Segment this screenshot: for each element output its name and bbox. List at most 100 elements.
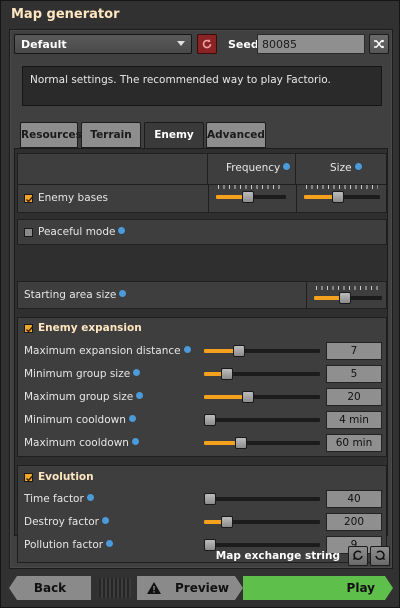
seed-input[interactable]: 80085 <box>257 34 365 54</box>
slider-knob[interactable] <box>332 191 345 203</box>
enemy-bases-checkbox[interactable] <box>24 194 34 203</box>
map-generator-window: Map generator Default Seed 80085 Normal … <box>0 0 400 608</box>
setting-label: Maximum expansion distance <box>24 345 181 357</box>
setting-slider[interactable] <box>204 367 320 381</box>
setting-slider[interactable] <box>204 492 320 506</box>
setting-value[interactable]: 5 <box>326 365 382 383</box>
bottom-action-bar: Back Preview Play <box>9 576 393 600</box>
export-icon <box>375 550 385 560</box>
size-header: Size <box>296 154 388 184</box>
slider-knob[interactable] <box>241 191 254 203</box>
setting-slider[interactable] <box>204 413 320 427</box>
slider-knob[interactable] <box>242 391 255 403</box>
enemy-expansion-panel: Enemy expansion Maximum expansion distan… <box>17 317 387 457</box>
setting-slider[interactable] <box>204 436 320 450</box>
reset-preset-button[interactable] <box>197 34 217 54</box>
info-icon <box>86 494 94 501</box>
setting-value[interactable]: 20 <box>326 388 382 406</box>
peaceful-mode-label: Peaceful mode <box>38 226 116 238</box>
info-icon <box>133 369 141 376</box>
chevron-down-icon <box>177 41 185 46</box>
peaceful-mode-checkbox[interactable] <box>24 228 33 237</box>
preview-label: Preview <box>175 581 230 595</box>
setting-label: Destroy factor <box>24 516 99 528</box>
info-icon <box>128 415 136 422</box>
setting-value[interactable]: 40 <box>326 490 382 508</box>
header-spacer <box>18 154 208 184</box>
tab-advanced[interactable]: Advanced <box>206 122 266 148</box>
info-icon <box>101 517 109 524</box>
preset-dropdown[interactable]: Default <box>14 34 192 54</box>
tab-resources[interactable]: Resources <box>20 122 82 148</box>
enemy-bases-frequency-slider[interactable] <box>216 185 286 204</box>
enemy-bases-size-slider[interactable] <box>304 185 380 204</box>
setting-slider[interactable] <box>204 390 320 404</box>
setting-label: Pollution factor <box>24 539 104 551</box>
setting-value[interactable]: 200 <box>326 513 382 531</box>
setting-value[interactable]: 4 min <box>326 411 382 429</box>
enemy-settings-panel: Frequency Size Enemy bases Peaceful mode… <box>14 148 388 563</box>
slider-knob[interactable] <box>204 539 216 551</box>
slider-knob[interactable] <box>204 414 216 426</box>
evolution-panel: Evolution Time factor 40 Destroy factor 200… <box>17 465 387 563</box>
drag-grip <box>99 578 131 598</box>
checkmark-icon <box>26 326 34 333</box>
tab-enemy[interactable]: Enemy <box>144 122 204 150</box>
tab-terrain[interactable]: Terrain <box>81 122 141 148</box>
info-icon <box>118 227 126 234</box>
preview-button[interactable]: Preview <box>137 576 243 600</box>
evolution-checkbox[interactable] <box>24 473 34 482</box>
play-button[interactable]: Play <box>243 576 393 600</box>
info-icon <box>283 163 291 170</box>
slider-knob[interactable] <box>221 368 234 380</box>
shuffle-icon <box>374 39 384 49</box>
starting-area-panel: Starting area size <box>17 281 387 309</box>
info-icon <box>183 346 191 353</box>
size-label: Size <box>330 162 352 174</box>
setting-value[interactable]: 7 <box>326 342 382 360</box>
settings-frame: Default Seed 80085 Normal settings. The … <box>9 29 393 569</box>
info-icon <box>136 392 144 399</box>
back-button[interactable]: Back <box>9 576 91 600</box>
preset-value: Default <box>21 38 67 51</box>
setting-label: Minimum group size <box>24 368 131 380</box>
setting-label: Time factor <box>24 493 84 505</box>
slider-knob[interactable] <box>338 292 351 304</box>
setting-value[interactable]: 60 min <box>326 434 382 452</box>
slider-knob[interactable] <box>204 493 216 505</box>
setting-slider[interactable] <box>204 515 320 529</box>
info-icon <box>106 540 114 547</box>
export-map-exchange-button[interactable] <box>370 546 390 566</box>
randomize-seed-button[interactable] <box>369 34 389 54</box>
seed-label: Seed <box>228 38 259 51</box>
info-icon <box>119 290 127 297</box>
setting-label: Maximum group size <box>24 391 134 403</box>
peaceful-mode-panel: Peaceful mode <box>17 219 387 245</box>
preset-description: Normal settings. The recommended way to … <box>22 66 382 106</box>
enemy-bases-label: Enemy bases <box>38 192 109 204</box>
reset-icon <box>202 39 212 49</box>
setting-slider[interactable] <box>204 344 320 358</box>
checkmark-icon <box>26 475 34 482</box>
enemy-expansion-label: Enemy expansion <box>38 322 142 334</box>
preset-row: Default Seed 80085 <box>14 34 390 54</box>
starting-area-size-slider[interactable] <box>314 286 382 305</box>
warning-icon <box>147 582 161 594</box>
import-map-exchange-button[interactable] <box>348 546 368 566</box>
checkmark-icon <box>26 196 34 203</box>
frequency-label: Frequency <box>226 162 281 174</box>
window-title: Map generator <box>11 7 120 22</box>
starting-area-label: Starting area size <box>24 289 117 301</box>
setting-label: Minimum cooldown <box>24 414 126 426</box>
info-icon <box>131 438 139 445</box>
enemy-expansion-checkbox[interactable] <box>24 324 34 333</box>
slider-knob[interactable] <box>232 345 245 357</box>
slider-knob[interactable] <box>235 437 248 449</box>
frequency-header: Frequency <box>208 154 296 184</box>
import-icon <box>353 550 363 560</box>
map-exchange-label: Map exchange string <box>215 550 340 562</box>
enemy-bases-panel: Frequency Size Enemy bases <box>17 153 387 213</box>
evolution-label: Evolution <box>38 471 94 483</box>
slider-knob[interactable] <box>221 516 234 528</box>
info-icon <box>354 163 362 170</box>
